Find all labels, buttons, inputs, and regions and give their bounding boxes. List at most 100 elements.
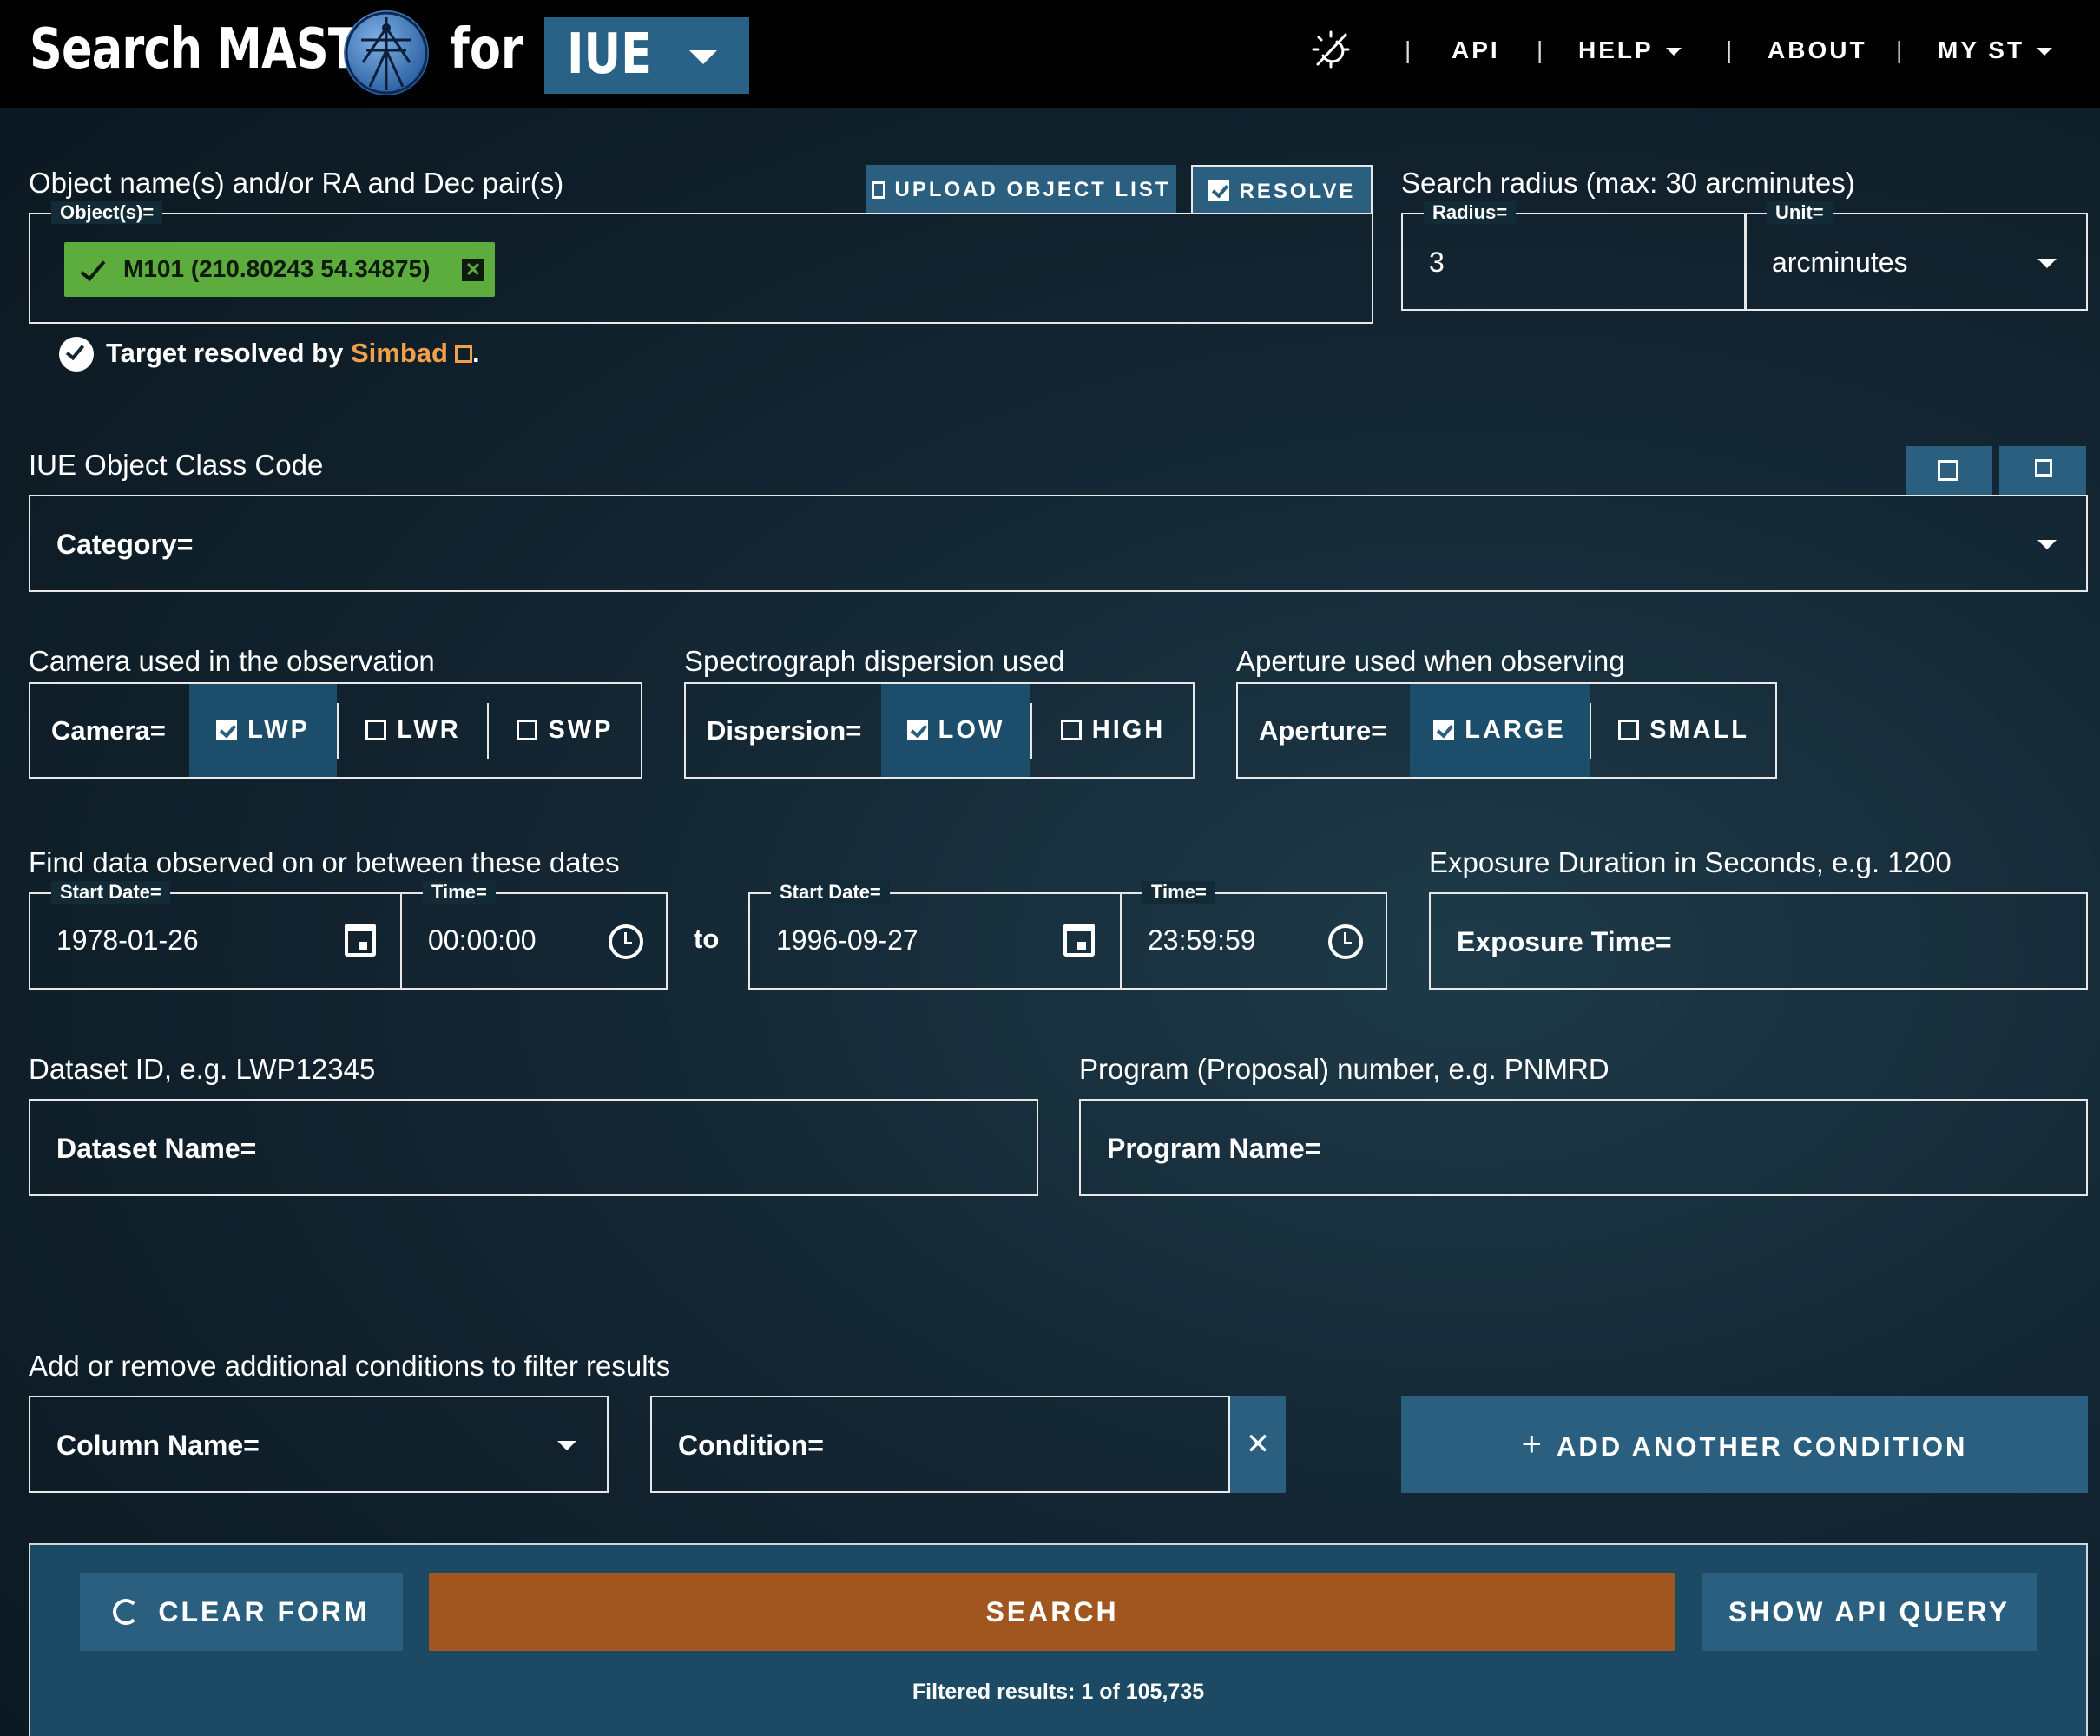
mast-logo-icon [344, 10, 429, 95]
chevron-down-icon [1665, 48, 1682, 56]
resolve-label: RESOLVE [1239, 180, 1356, 203]
nav-about[interactable]: ABOUT [1768, 36, 1867, 64]
aperture-option-large[interactable]: LARGE [1410, 684, 1590, 777]
start-time-input[interactable]: Time= 00:00:00 [400, 881, 668, 990]
column-name-select[interactable]: Column Name= [29, 1396, 609, 1493]
nav-help[interactable]: HELP [1578, 36, 1682, 64]
remove-chip-icon[interactable]: ✕ [462, 259, 484, 281]
calendar-icon[interactable] [345, 924, 376, 957]
simbad-link[interactable]: Simbad [351, 338, 448, 368]
condition-input[interactable]: Condition= [650, 1396, 1230, 1493]
nav-separator: | [1726, 36, 1733, 63]
start-date-input[interactable]: Start Date= 1978-01-26 [29, 881, 402, 990]
select-all-button[interactable] [1906, 446, 1992, 495]
resolve-button[interactable]: RESOLVE [1191, 165, 1373, 214]
calendar-icon[interactable] [1063, 924, 1095, 957]
nav-my-st[interactable]: MY ST [1938, 36, 2053, 64]
end-time-legend: Time= [1142, 881, 1215, 904]
chevron-down-icon [2037, 540, 2057, 549]
nav-api[interactable]: API [1452, 36, 1500, 64]
camera-option-swp[interactable]: SWP [490, 684, 641, 777]
show-api-query-label: SHOW API QUERY [1728, 1596, 2011, 1628]
column-name-placeholder: Column Name= [56, 1430, 260, 1461]
checkbox-unchecked-icon [1618, 720, 1640, 740]
aperture-option-label: LARGE [1465, 716, 1566, 744]
select-all-icon [1938, 460, 1958, 481]
search-label: SEARCH [985, 1596, 1119, 1628]
dispersion-option-high[interactable]: HIGH [1033, 684, 1193, 777]
radius-legend: Radius= [1424, 201, 1517, 224]
object-field[interactable]: Object(s)= M101 (210.80243 54.34875) ✕ [29, 201, 1373, 324]
mission-select-value: IUE [567, 23, 652, 87]
nav-separator: | [1537, 36, 1544, 63]
unit-value: arcminutes [1772, 247, 1908, 278]
end-date-legend: Start Date= [771, 881, 890, 904]
object-chip-label: M101 (210.80243 54.34875) [123, 255, 431, 282]
start-date-legend: Start Date= [51, 881, 170, 904]
add-condition-label: ADD ANOTHER CONDITION [1556, 1431, 1968, 1462]
dispersion-option-label: HIGH [1091, 716, 1166, 744]
for-label: for [450, 17, 523, 82]
camera-option-lwp[interactable]: LWP [189, 684, 337, 777]
end-time-input[interactable]: Time= 23:59:59 [1120, 881, 1387, 990]
camera-group: Camera= LWP LWR SWP [29, 682, 642, 779]
checkbox-unchecked-icon [365, 720, 387, 740]
object-legend: Object(s)= [51, 201, 163, 224]
program-label: Program (Proposal) number, e.g. PNMRD [1079, 1053, 1610, 1085]
checkmark-icon [80, 254, 106, 282]
action-panel: CLEAR FORM SEARCH SHOW API QUERY Filtere… [29, 1543, 2088, 1736]
filtered-results-count: Filtered results: 1 of 105,735 [912, 1680, 1205, 1704]
unit-select[interactable]: Unit= arcminutes [1744, 201, 2088, 311]
unit-legend: Unit= [1767, 201, 1833, 224]
object-chip[interactable]: M101 (210.80243 54.34875) ✕ [64, 242, 495, 297]
dispersion-option-low[interactable]: LOW [881, 684, 1030, 777]
clock-icon[interactable] [1328, 924, 1363, 959]
exposure-time-input[interactable]: Exposure Time= [1429, 892, 2088, 990]
upload-object-list-label: UPLOAD OBJECT LIST [894, 178, 1171, 201]
aperture-option-small[interactable]: SMALL [1592, 684, 1775, 777]
remove-condition-button[interactable]: ✕ [1230, 1396, 1286, 1493]
end-date-input[interactable]: Start Date= 1996-09-27 [748, 881, 1122, 990]
show-api-query-button[interactable]: SHOW API QUERY [1702, 1573, 2037, 1651]
brand-title[interactable]: Search MAST [30, 17, 359, 82]
upload-object-list-button[interactable]: UPLOAD OBJECT LIST [866, 165, 1176, 214]
clock-icon[interactable] [609, 924, 643, 959]
dataset-name-input[interactable]: Dataset Name= [29, 1099, 1038, 1196]
dispersion-group: Dispersion= LOW HIGH [684, 682, 1195, 779]
aperture-label: Aperture used when observing [1236, 645, 1625, 677]
resolved-message: Target resolved by Simbad. [106, 338, 480, 369]
program-name-placeholder: Program Name= [1107, 1133, 1321, 1164]
dispersion-option-label: LOW [938, 716, 1005, 744]
category-select[interactable]: Category= [29, 495, 2088, 592]
nav-separator: | [1896, 36, 1903, 63]
condition-placeholder: Condition= [678, 1430, 824, 1461]
camera-option-label: LWR [397, 716, 461, 744]
exposure-time-placeholder: Exposure Time= [1457, 926, 1672, 957]
conditions-label: Add or remove additional conditions to f… [29, 1350, 671, 1382]
class-code-label: IUE Object Class Code [29, 449, 324, 481]
add-condition-button[interactable]: + ADD ANOTHER CONDITION [1401, 1396, 2088, 1493]
clear-form-button[interactable]: CLEAR FORM [80, 1573, 403, 1651]
nav-separator: | [1405, 36, 1412, 63]
copy-button[interactable] [1999, 446, 2086, 495]
to-label: to [694, 924, 720, 954]
search-button[interactable]: SEARCH [429, 1573, 1675, 1651]
dispersion-lead: Dispersion= [707, 715, 862, 746]
checkbox-checked-icon [906, 720, 928, 740]
dataset-label: Dataset ID, e.g. LWP12345 [29, 1053, 376, 1085]
camera-option-lwr[interactable]: LWR [339, 684, 487, 777]
dataset-name-placeholder: Dataset Name= [56, 1133, 257, 1164]
end-date-value: 1996-09-27 [776, 924, 918, 956]
radius-value: 3 [1429, 247, 1445, 278]
dispersion-label: Spectrograph dispersion used [684, 645, 1065, 677]
category-placeholder: Category= [56, 529, 194, 560]
theme-toggle-icon[interactable] [1311, 30, 1351, 69]
chevron-down-icon [689, 50, 717, 64]
program-name-input[interactable]: Program Name= [1079, 1099, 2088, 1196]
exposure-label: Exposure Duration in Seconds, e.g. 1200 [1429, 846, 1952, 878]
divider [487, 703, 489, 759]
nav-help-label: HELP [1578, 36, 1654, 63]
mission-select[interactable]: IUE [544, 17, 749, 94]
chevron-down-icon [2037, 48, 2053, 56]
radius-input[interactable]: Radius= 3 [1401, 201, 1747, 311]
